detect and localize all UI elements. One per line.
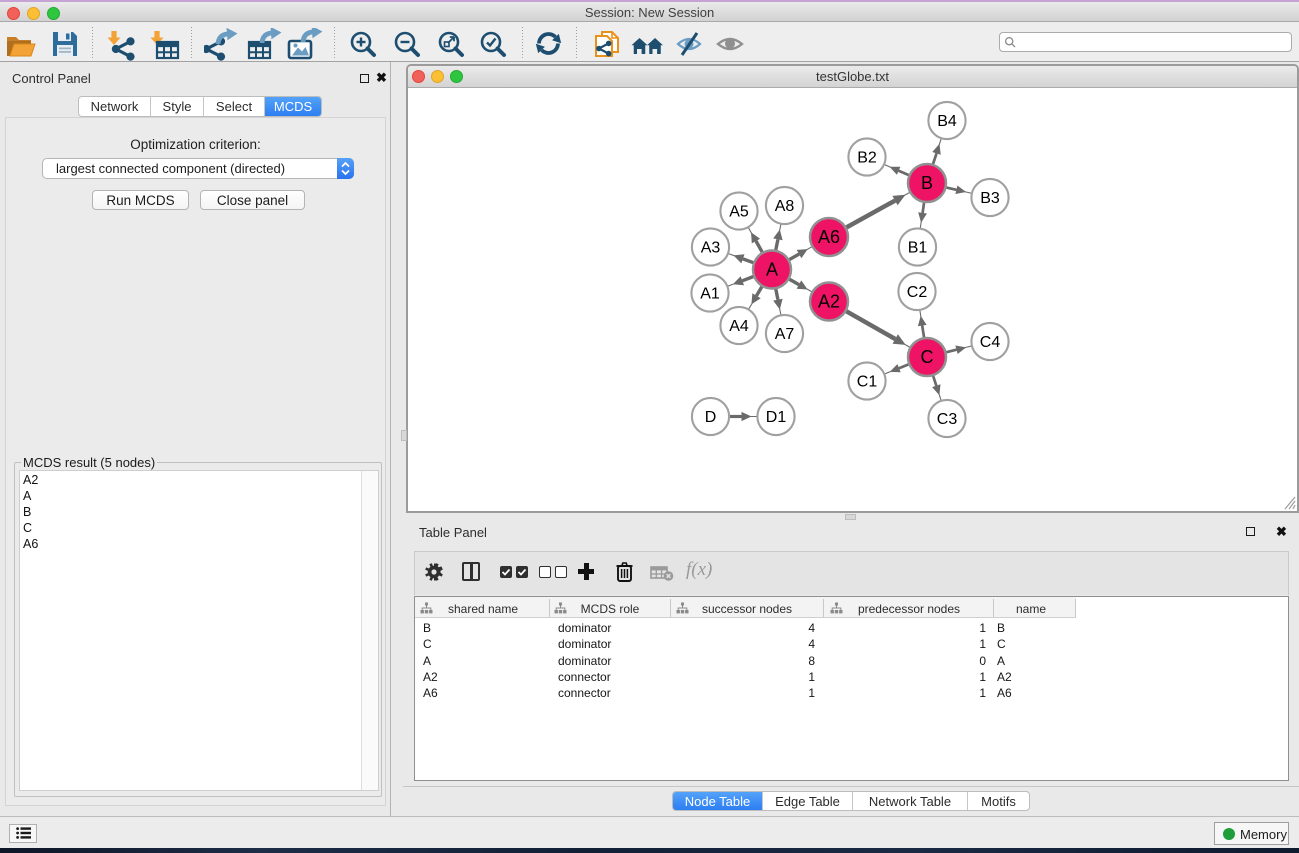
svg-text:B4: B4 <box>937 113 957 130</box>
svg-text:A2: A2 <box>818 292 840 312</box>
svg-text:B: B <box>921 173 933 193</box>
svg-text:A: A <box>766 260 778 280</box>
svg-text:B2: B2 <box>857 150 877 167</box>
svg-text:C3: C3 <box>937 411 958 428</box>
svg-text:A5: A5 <box>729 204 749 221</box>
svg-text:A4: A4 <box>729 318 749 335</box>
svg-text:A1: A1 <box>700 286 720 303</box>
svg-text:D: D <box>705 409 717 426</box>
svg-text:B1: B1 <box>908 240 928 257</box>
svg-text:A6: A6 <box>818 227 840 247</box>
svg-text:A3: A3 <box>701 240 721 257</box>
svg-text:C: C <box>921 347 934 367</box>
svg-text:D1: D1 <box>766 409 787 426</box>
svg-text:C1: C1 <box>857 374 878 391</box>
svg-text:C2: C2 <box>907 284 928 301</box>
svg-text:A7: A7 <box>775 326 795 343</box>
svg-text:A8: A8 <box>775 198 795 215</box>
svg-text:B3: B3 <box>980 190 1000 207</box>
svg-text:C4: C4 <box>980 334 1001 351</box>
